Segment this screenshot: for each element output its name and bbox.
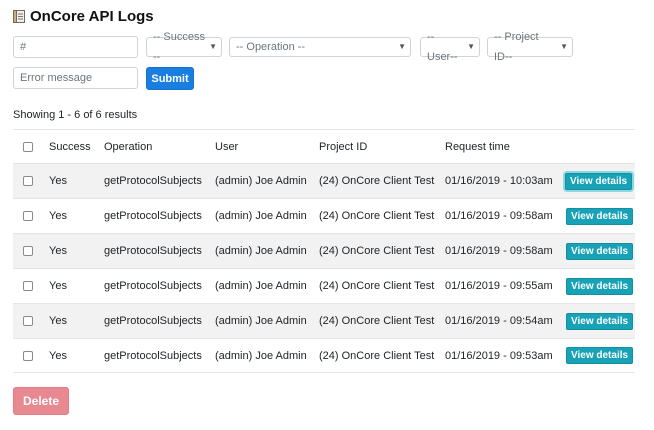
row-success: Yes bbox=[49, 349, 67, 362]
row-project-id: (24) OnCore Client Test bbox=[319, 315, 435, 327]
table-row: Yes getProtocolSubjects (admin) Joe Admi… bbox=[13, 198, 635, 233]
row-request-time: 01/16/2019 - 09:53am bbox=[445, 349, 553, 362]
submit-button[interactable]: Submit bbox=[146, 67, 194, 90]
row-checkbox[interactable] bbox=[23, 281, 33, 291]
id-filter-input[interactable] bbox=[13, 36, 138, 58]
chevron-down-icon: ▼ bbox=[398, 42, 406, 51]
success-select[interactable]: -- Success -- ▼ bbox=[146, 31, 222, 63]
results-count: Showing 1 - 6 of 6 results bbox=[13, 109, 138, 121]
row-request-time: 01/16/2019 - 10:03am bbox=[445, 175, 553, 187]
row-success: Yes bbox=[49, 210, 67, 222]
row-operation: getProtocolSubjects bbox=[104, 175, 202, 187]
row-checkbox[interactable] bbox=[23, 211, 33, 221]
row-request-time: 01/16/2019 - 09:54am bbox=[445, 315, 553, 327]
row-checkbox[interactable] bbox=[23, 350, 33, 361]
chevron-down-icon: ▼ bbox=[560, 42, 568, 51]
row-checkbox[interactable] bbox=[23, 176, 33, 186]
row-success: Yes bbox=[49, 245, 67, 257]
column-header-success: Success bbox=[49, 140, 91, 153]
project-select-value: -- Project ID-- bbox=[494, 31, 539, 63]
view-details-button[interactable]: View details bbox=[566, 347, 634, 364]
user-select[interactable]: -- User-- ▼ bbox=[420, 31, 480, 63]
error-message-input[interactable] bbox=[13, 67, 138, 89]
table-row: Yes getProtocolSubjects (admin) Joe Admi… bbox=[13, 268, 635, 303]
row-user: (admin) Joe Admin bbox=[215, 175, 307, 187]
row-request-time: 01/16/2019 - 09:58am bbox=[445, 210, 553, 222]
row-checkbox[interactable] bbox=[23, 246, 33, 256]
row-checkbox[interactable] bbox=[23, 316, 33, 326]
view-details-button[interactable]: View details bbox=[566, 207, 634, 225]
success-select-value: -- Success -- bbox=[153, 31, 205, 63]
page-title: OnCore API Logs bbox=[30, 8, 154, 25]
table-row: Yes getProtocolSubjects (admin) Joe Admi… bbox=[13, 233, 635, 268]
row-operation: getProtocolSubjects bbox=[104, 245, 202, 257]
row-user: (admin) Joe Admin bbox=[215, 210, 307, 222]
column-header-user: User bbox=[215, 140, 239, 153]
row-success: Yes bbox=[49, 280, 67, 292]
view-details-button[interactable]: View details bbox=[566, 312, 634, 330]
document-icon bbox=[13, 10, 25, 23]
row-request-time: 01/16/2019 - 09:55am bbox=[445, 280, 553, 292]
column-header-operation: Operation bbox=[104, 140, 153, 153]
row-project-id: (24) OnCore Client Test bbox=[319, 210, 435, 222]
row-user: (admin) Joe Admin bbox=[215, 280, 307, 292]
page-header: OnCore API Logs bbox=[13, 8, 154, 25]
row-user: (admin) Joe Admin bbox=[215, 315, 307, 327]
logs-table: Success Operation User Project ID Reques… bbox=[13, 129, 635, 373]
table-row: Yes getProtocolSubjects (admin) Joe Admi… bbox=[13, 303, 635, 338]
row-success: Yes bbox=[49, 175, 67, 187]
operation-select[interactable]: -- Operation -- ▼ bbox=[229, 37, 411, 57]
view-details-button[interactable]: View details bbox=[566, 242, 634, 260]
view-details-button[interactable]: View details bbox=[566, 277, 634, 295]
project-select[interactable]: -- Project ID-- ▼ bbox=[487, 31, 573, 63]
user-select-value: -- User-- bbox=[427, 31, 458, 63]
column-header-request-time: Request time bbox=[445, 140, 510, 153]
row-success: Yes bbox=[49, 315, 67, 327]
row-project-id: (24) OnCore Client Test bbox=[319, 175, 435, 187]
select-all-checkbox[interactable] bbox=[23, 141, 33, 152]
view-details-button[interactable]: View details bbox=[565, 172, 633, 190]
row-operation: getProtocolSubjects bbox=[104, 280, 202, 292]
operation-select-value: -- Operation -- bbox=[236, 41, 306, 53]
row-project-id: (24) OnCore Client Test bbox=[319, 280, 435, 292]
row-project-id: (24) OnCore Client Test bbox=[319, 245, 435, 257]
table-header-row: Success Operation User Project ID Reques… bbox=[13, 129, 635, 163]
row-operation: getProtocolSubjects bbox=[104, 210, 202, 222]
table-row: Yes getProtocolSubjects (admin) Joe Admi… bbox=[13, 338, 635, 373]
page: OnCore API Logs -- Success -- ▼ -- Opera… bbox=[0, 0, 654, 430]
table-row: Yes getProtocolSubjects (admin) Joe Admi… bbox=[13, 163, 635, 198]
row-operation: getProtocolSubjects bbox=[104, 315, 202, 327]
chevron-down-icon: ▼ bbox=[467, 42, 475, 51]
column-header-project-id: Project ID bbox=[319, 140, 368, 153]
row-operation: getProtocolSubjects bbox=[104, 349, 202, 362]
row-request-time: 01/16/2019 - 09:58am bbox=[445, 245, 553, 257]
row-user: (admin) Joe Admin bbox=[215, 349, 307, 362]
delete-button[interactable]: Delete bbox=[13, 387, 69, 415]
row-project-id: (24) OnCore Client Test bbox=[319, 349, 435, 362]
chevron-down-icon: ▼ bbox=[209, 42, 217, 51]
row-user: (admin) Joe Admin bbox=[215, 245, 307, 257]
